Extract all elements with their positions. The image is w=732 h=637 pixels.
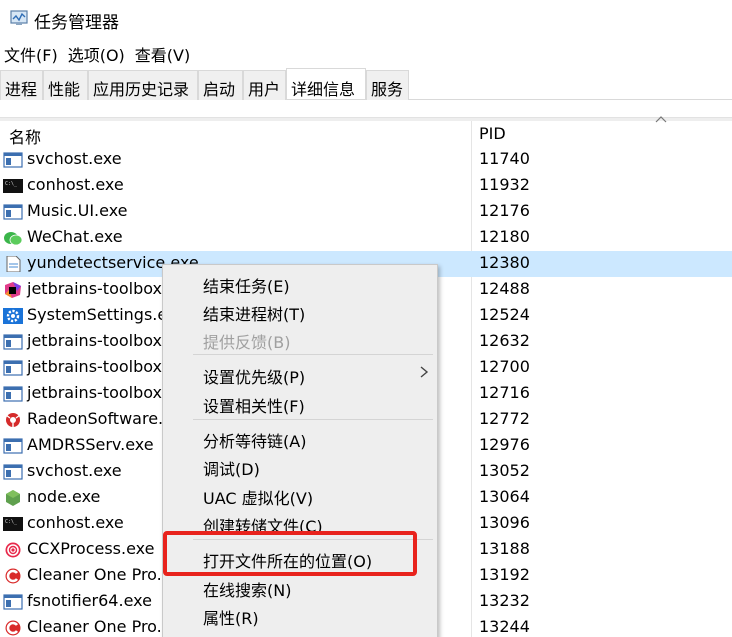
window-icon bbox=[3, 438, 23, 454]
process-name: svchost.exe bbox=[27, 149, 122, 168]
process-name: SystemSettings.e bbox=[27, 305, 168, 324]
process-pid: 12700 bbox=[479, 357, 530, 376]
process-name: RadeonSoftware. bbox=[27, 409, 164, 428]
process-pid: 12524 bbox=[479, 305, 530, 324]
tab-details[interactable]: 详细信息 bbox=[286, 68, 366, 99]
tab-services[interactable]: 服务 bbox=[366, 70, 409, 100]
process-name: conhost.exe bbox=[27, 513, 124, 532]
table-row[interactable]: Music.UI.exe 12176 bbox=[0, 199, 732, 225]
process-pid: 11740 bbox=[479, 149, 530, 168]
svg-text:C:\_: C:\_ bbox=[5, 181, 18, 187]
table-header: 名称 PID bbox=[0, 121, 732, 147]
process-name: jetbrains-toolbox bbox=[27, 357, 163, 376]
title-bar: 任务管理器 bbox=[0, 0, 732, 38]
process-name: WeChat.exe bbox=[27, 227, 123, 246]
process-pid: 12632 bbox=[479, 331, 530, 350]
tab-startup[interactable]: 启动 bbox=[198, 70, 243, 100]
process-name: CCXProcess.exe bbox=[27, 539, 155, 558]
tab-performance[interactable]: 性能 bbox=[43, 70, 88, 100]
process-pid: 13192 bbox=[479, 565, 530, 584]
tab-users[interactable]: 用户 bbox=[243, 70, 286, 100]
window-icon bbox=[3, 334, 23, 350]
table-row[interactable]: svchost.exe 11740 bbox=[0, 147, 732, 173]
table-row[interactable]: C:\_ conhost.exe 11932 bbox=[0, 173, 732, 199]
context-menu-item[interactable]: 设置相关性(F) bbox=[203, 393, 305, 417]
submenu-arrow-icon bbox=[420, 366, 429, 378]
window-icon bbox=[3, 360, 23, 376]
process-name: jetbrains-toolbox bbox=[27, 331, 163, 350]
process-pid: 12488 bbox=[479, 279, 530, 298]
table-row[interactable]: WeChat.exe 12180 bbox=[0, 225, 732, 251]
tab-strip: 进程 性能 应用历史记录 启动 用户 详细信息 服务 bbox=[0, 68, 732, 100]
process-pid: 13096 bbox=[479, 513, 530, 532]
task-manager-window: { "window": { "title": "任务管理器" }, "menu"… bbox=[0, 0, 732, 637]
cleaner-icon bbox=[3, 568, 23, 584]
process-name: AMDRSServ.exe bbox=[27, 435, 154, 454]
process-pid: 13052 bbox=[479, 461, 530, 480]
cleaner-icon bbox=[3, 620, 23, 636]
process-pid: 12772 bbox=[479, 409, 530, 428]
nodejs-icon bbox=[3, 490, 23, 506]
task-manager-icon bbox=[10, 10, 28, 25]
svg-text:C:\_: C:\_ bbox=[5, 519, 18, 525]
process-pid: 13064 bbox=[479, 487, 530, 506]
window-icon bbox=[3, 204, 23, 220]
process-pid: 13232 bbox=[479, 591, 530, 610]
process-pid: 12180 bbox=[479, 227, 530, 246]
column-header-name[interactable]: 名称 bbox=[9, 124, 41, 148]
process-name: svchost.exe bbox=[27, 461, 122, 480]
menu-view[interactable]: 查看(V) bbox=[131, 38, 196, 66]
process-pid: 12716 bbox=[479, 383, 530, 402]
process-name: jetbrains-toolbox bbox=[27, 383, 163, 402]
process-pid: 13244 bbox=[479, 617, 530, 636]
gear-icon bbox=[3, 308, 23, 324]
window-title: 任务管理器 bbox=[34, 13, 119, 33]
process-pid: 11932 bbox=[479, 175, 530, 194]
menu-bar: 文件(F) 选项(O) 查看(V) bbox=[0, 38, 732, 66]
process-name: Music.UI.exe bbox=[27, 201, 128, 220]
process-name: node.exe bbox=[27, 487, 101, 506]
window-icon bbox=[3, 386, 23, 402]
context-menu-separator bbox=[193, 419, 433, 420]
radeon-icon bbox=[3, 412, 23, 428]
sort-ascending-icon bbox=[655, 116, 667, 123]
annotation-highlight-box bbox=[163, 531, 417, 576]
process-pid: 12176 bbox=[479, 201, 530, 220]
process-pid: 12380 bbox=[479, 253, 530, 272]
document-icon bbox=[3, 255, 23, 273]
context-menu-item[interactable]: UAC 虚拟化(V) bbox=[203, 485, 313, 509]
context-menu-item[interactable]: 分析等待链(A) bbox=[203, 428, 306, 452]
window-icon bbox=[3, 152, 23, 168]
process-pid: 13188 bbox=[479, 539, 530, 558]
wechat-icon bbox=[3, 230, 23, 246]
context-menu-item[interactable]: 设置优先级(P) bbox=[203, 364, 305, 388]
menu-options[interactable]: 选项(O) bbox=[64, 38, 131, 66]
process-name: Cleaner One Pro. bbox=[27, 565, 162, 584]
creative-cloud-icon bbox=[3, 542, 23, 558]
menu-file[interactable]: 文件(F) bbox=[0, 38, 64, 66]
context-menu-item[interactable]: 结束任务(E) bbox=[203, 273, 290, 297]
process-name: Cleaner One Pro. bbox=[27, 617, 162, 636]
context-menu: 结束任务(E) 结束进程树(T) 提供反馈(B) 设置优先级(P) 设置相关性(F) 分析… bbox=[162, 264, 438, 637]
context-menu-item[interactable]: 属性(R) bbox=[203, 605, 259, 629]
process-name: fsnotifier64.exe bbox=[27, 591, 152, 610]
window-icon bbox=[3, 464, 23, 480]
context-menu-item: 提供反馈(B) bbox=[203, 333, 291, 352]
process-name: jetbrains-toolbox bbox=[27, 279, 163, 298]
column-header-pid[interactable]: PID bbox=[479, 124, 506, 143]
context-menu-item[interactable]: 在线搜索(N) bbox=[203, 577, 291, 601]
context-menu-separator bbox=[193, 354, 433, 355]
context-menu-item[interactable]: 调试(D) bbox=[203, 456, 260, 480]
process-name: conhost.exe bbox=[27, 175, 124, 194]
console-icon: C:\_ bbox=[3, 178, 23, 194]
process-pid: 12976 bbox=[479, 435, 530, 454]
jetbrains-icon bbox=[3, 282, 23, 298]
window-icon bbox=[3, 594, 23, 610]
console-icon: C:\_ bbox=[3, 516, 23, 532]
tab-app-history[interactable]: 应用历史记录 bbox=[88, 70, 198, 100]
context-menu-item[interactable]: 结束进程树(T) bbox=[203, 301, 305, 325]
tab-processes[interactable]: 进程 bbox=[0, 70, 43, 100]
